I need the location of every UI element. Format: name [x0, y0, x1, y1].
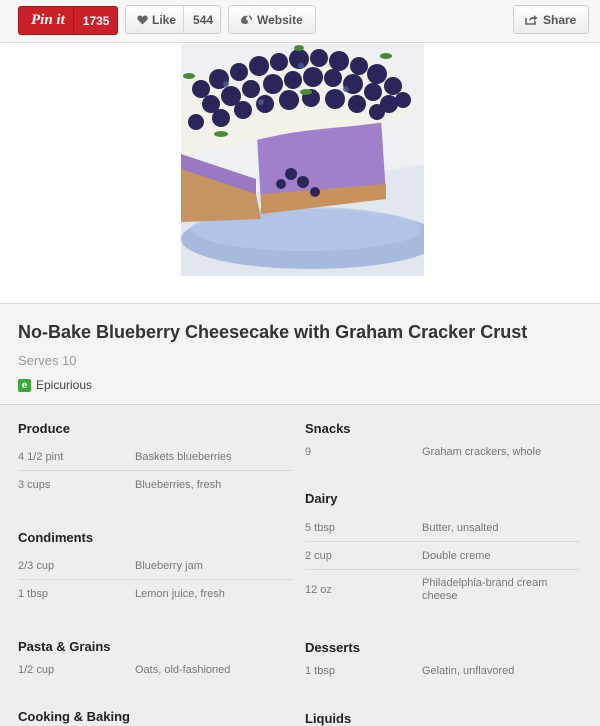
ingredient-name: Butter, unsalted	[422, 522, 499, 534]
ingredient-row: 3 cups Blueberries, fresh	[18, 471, 292, 498]
ingredient-row: 12 oz Philadelphia-brand cream cheese	[305, 570, 579, 608]
ingredient-name: Lemon juice, fresh	[135, 588, 225, 600]
ingredient-name: Graham crackers, whole	[422, 446, 542, 458]
pin-it-button[interactable]: Pin it 1735	[18, 6, 119, 35]
ingredient-row: 9 Graham crackers, whole	[305, 438, 579, 465]
like-main[interactable]: Like	[126, 6, 185, 33]
source-name: Epicurious	[36, 378, 93, 392]
category-dairy: Dairy	[305, 491, 338, 506]
ingredient-qty: 1/2 cup	[18, 664, 55, 676]
ingredient-qty: 4 1/2 pint	[18, 451, 64, 463]
ingredient-name: Gelatin, unflavored	[422, 665, 515, 677]
ingredient-qty: 12 oz	[305, 584, 332, 596]
pin-count: 1735	[72, 7, 118, 34]
ingredient-qty: 3 cups	[18, 479, 51, 491]
ingredient-name: Baskets blueberries	[135, 451, 232, 463]
ingredient-qty: 5 tbsp	[305, 522, 335, 534]
ingredient-qty: 2 cup	[305, 550, 332, 562]
share-label: Share	[543, 12, 577, 27]
ingredient-row: 2/3 cup Blueberry jam	[18, 552, 292, 580]
category-cooking-baking: Cooking & Baking	[18, 709, 130, 724]
ingredient-row: 1/2 cup Oats, old-fashioned	[18, 656, 292, 683]
ingredient-qty: 1 tbsp	[305, 665, 335, 677]
category-snacks: Snacks	[305, 421, 351, 436]
category-desserts: Desserts	[305, 640, 360, 655]
ingredient-row: 1 tbsp Lemon juice, fresh	[18, 580, 292, 607]
recipe-photo-area	[0, 43, 600, 304]
epicurious-icon: e	[18, 378, 31, 392]
like-button[interactable]: Like 544	[125, 5, 221, 34]
ingredient-qty: 9	[305, 446, 312, 458]
recipe-photo	[181, 44, 424, 276]
top-toolbar: Pin it 1735 Like 544 Website Share	[0, 0, 600, 43]
category-condiments: Condiments	[18, 530, 94, 545]
ingredient-name: Philadelphia-brand cream cheese	[422, 577, 548, 602]
category-produce: Produce	[18, 421, 71, 436]
ingredient-row: 4 1/2 pint Baskets blueberries	[18, 443, 292, 471]
share-button[interactable]: Share	[513, 5, 589, 34]
like-label: Like	[152, 12, 177, 27]
pin-it-label: Pin it	[31, 12, 65, 28]
ingredient-name: Oats, old-fashioned	[135, 664, 231, 676]
ingredient-name: Blueberries, fresh	[135, 479, 222, 491]
category-pasta-grains: Pasta & Grains	[18, 639, 111, 654]
ingredient-qty: 2/3 cup	[18, 560, 55, 572]
globe-icon	[241, 15, 252, 24]
share-icon	[525, 15, 538, 25]
servings: Serves 10	[18, 353, 77, 368]
ingredient-row: 1 tbsp Gelatin, unflavored	[305, 657, 579, 684]
website-button[interactable]: Website	[228, 5, 316, 34]
ingredient-qty: 1 tbsp	[18, 588, 48, 600]
ingredient-name: Blueberry jam	[135, 560, 203, 572]
website-label: Website	[257, 12, 303, 27]
ingredient-row: 2 cup Double creme	[305, 542, 579, 570]
recipe-header: No-Bake Blueberry Cheesecake with Graham…	[0, 304, 600, 405]
source-link[interactable]: e Epicurious	[18, 378, 92, 392]
heart-icon	[137, 14, 148, 25]
ingredient-row: 5 tbsp Butter, unsalted	[305, 514, 579, 542]
ingredients-list: Produce 4 1/2 pint Baskets blueberries 3…	[0, 405, 600, 726]
ingredient-name: Double creme	[422, 550, 491, 562]
recipe-title: No-Bake Blueberry Cheesecake with Graham…	[18, 322, 528, 342]
like-count: 544	[193, 12, 214, 27]
